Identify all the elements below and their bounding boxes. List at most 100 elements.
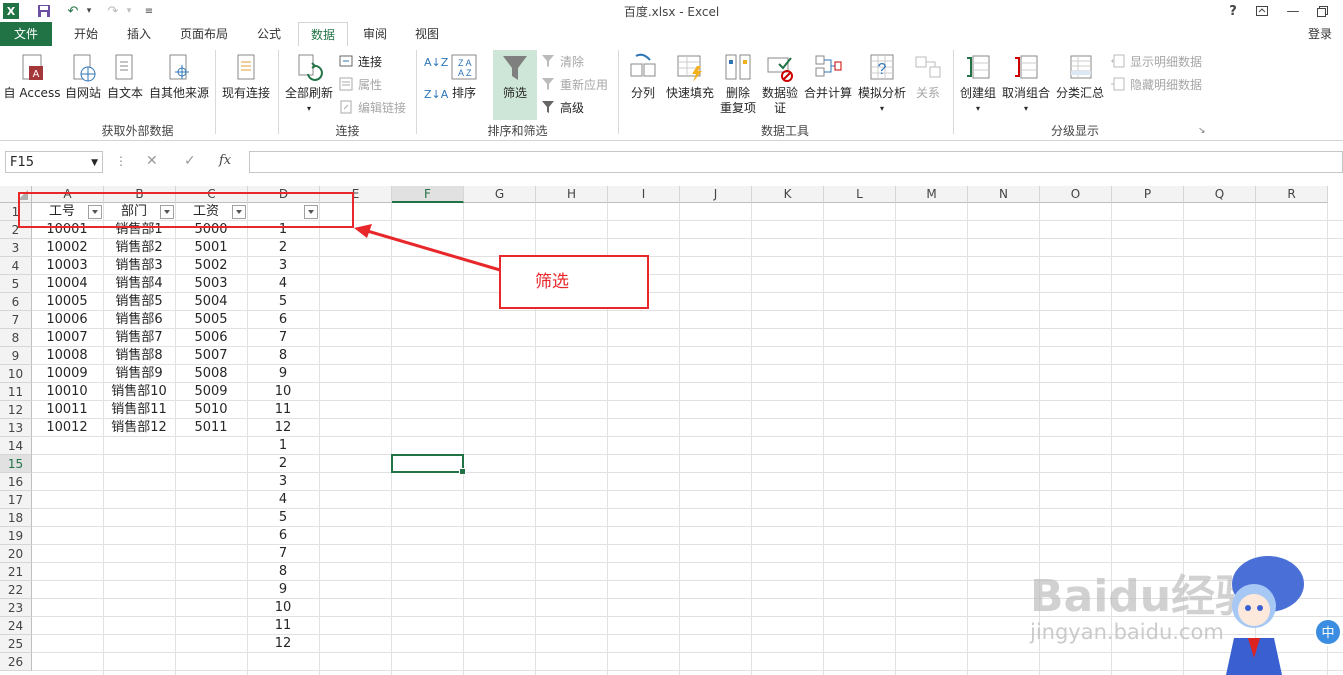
- row-header[interactable]: 6: [0, 293, 32, 311]
- cell[interactable]: 12: [248, 635, 318, 653]
- sort-ascending-icon[interactable]: A↓Z: [424, 56, 448, 69]
- cell[interactable]: 1: [248, 437, 318, 455]
- column-header[interactable]: J: [680, 186, 752, 203]
- cell[interactable]: 10: [248, 599, 318, 617]
- row-header[interactable]: 16: [0, 473, 32, 491]
- name-box[interactable]: F15 ▼: [5, 151, 103, 173]
- cell[interactable]: 销售部12: [104, 419, 174, 437]
- row-header[interactable]: 8: [0, 329, 32, 347]
- row-header[interactable]: 20: [0, 545, 32, 563]
- row-header[interactable]: 19: [0, 527, 32, 545]
- fill-handle[interactable]: [459, 468, 466, 475]
- ungroup-button[interactable]: 取消组合 ▾: [1000, 52, 1052, 116]
- cell[interactable]: 5: [248, 509, 318, 527]
- cell[interactable]: 8: [248, 563, 318, 581]
- cell[interactable]: 6: [248, 311, 318, 329]
- column-header[interactable]: F: [392, 186, 464, 203]
- cell[interactable]: 10: [248, 383, 318, 401]
- existing-connections-button[interactable]: 现有连接: [220, 52, 272, 101]
- row-header[interactable]: 22: [0, 581, 32, 599]
- cell[interactable]: 销售部10: [104, 383, 174, 401]
- cell[interactable]: 5: [248, 293, 318, 311]
- cell[interactable]: 4: [248, 275, 318, 293]
- ribbon-display-icon[interactable]: [1253, 2, 1271, 20]
- cell[interactable]: 销售部4: [104, 275, 174, 293]
- column-header[interactable]: M: [896, 186, 968, 203]
- tab-data[interactable]: 数据: [298, 22, 348, 47]
- connections-button[interactable]: 连接: [338, 51, 382, 71]
- cell[interactable]: 5005: [176, 311, 246, 329]
- cell[interactable]: 10009: [32, 365, 102, 383]
- relationships-button[interactable]: 关系: [910, 52, 946, 101]
- filter-button[interactable]: 筛选: [493, 50, 537, 120]
- cell[interactable]: 10006: [32, 311, 102, 329]
- row-header[interactable]: 14: [0, 437, 32, 455]
- from-other-sources-button[interactable]: 自其他来源: [146, 52, 212, 101]
- dialog-launcher-icon[interactable]: ↘: [1198, 126, 1206, 136]
- cell[interactable]: 2: [248, 239, 318, 257]
- cell[interactable]: 5002: [176, 257, 246, 275]
- tab-formulas[interactable]: 公式: [245, 22, 293, 46]
- cell[interactable]: 8: [248, 347, 318, 365]
- formula-input[interactable]: [249, 151, 1343, 173]
- cell[interactable]: 5008: [176, 365, 246, 383]
- column-header[interactable]: I: [608, 186, 680, 203]
- cell[interactable]: 销售部6: [104, 311, 174, 329]
- reapply-button[interactable]: 重新应用: [540, 74, 608, 94]
- group-button[interactable]: 创建组 ▾: [958, 52, 998, 116]
- row-header[interactable]: 5: [0, 275, 32, 293]
- show-detail-button[interactable]: 显示明细数据: [1110, 51, 1202, 71]
- cell[interactable]: 销售部7: [104, 329, 174, 347]
- cell[interactable]: 10007: [32, 329, 102, 347]
- clear-button[interactable]: 清除: [540, 51, 584, 71]
- tab-view[interactable]: 视图: [404, 22, 450, 46]
- column-header[interactable]: L: [824, 186, 896, 203]
- row-header[interactable]: 15: [0, 455, 32, 473]
- row-header[interactable]: 23: [0, 599, 32, 617]
- cell[interactable]: 9: [248, 581, 318, 599]
- restore-icon[interactable]: [1313, 2, 1331, 20]
- sort-descending-icon[interactable]: Z↓A: [424, 88, 448, 101]
- row-header[interactable]: 3: [0, 239, 32, 257]
- cell[interactable]: 10012: [32, 419, 102, 437]
- hide-detail-button[interactable]: 隐藏明细数据: [1110, 74, 1202, 94]
- row-header[interactable]: 17: [0, 491, 32, 509]
- flash-fill-button[interactable]: 快速填充: [664, 52, 716, 101]
- cell[interactable]: 5010: [176, 401, 246, 419]
- row-header[interactable]: 24: [0, 617, 32, 635]
- subtotal-button[interactable]: 分类汇总: [1054, 52, 1106, 101]
- row-header[interactable]: 4: [0, 257, 32, 275]
- column-header[interactable]: R: [1256, 186, 1328, 203]
- from-access-button[interactable]: A 自 Access: [2, 52, 62, 101]
- tab-review[interactable]: 审阅: [352, 22, 398, 46]
- cell[interactable]: 10003: [32, 257, 102, 275]
- cell[interactable]: 销售部5: [104, 293, 174, 311]
- row-header[interactable]: 12: [0, 401, 32, 419]
- sort-button[interactable]: Z AA Z 排序: [446, 52, 482, 101]
- column-header[interactable]: P: [1112, 186, 1184, 203]
- undo-dropdown-icon[interactable]: ▾: [80, 2, 98, 20]
- from-text-button[interactable]: 自文本: [104, 52, 146, 101]
- row-header[interactable]: 9: [0, 347, 32, 365]
- cell[interactable]: 5007: [176, 347, 246, 365]
- column-header[interactable]: N: [968, 186, 1040, 203]
- cell[interactable]: 5004: [176, 293, 246, 311]
- advanced-button[interactable]: 高级: [540, 97, 584, 117]
- cell[interactable]: 5006: [176, 329, 246, 347]
- from-web-button[interactable]: 自网站: [62, 52, 104, 101]
- minimize-icon[interactable]: —: [1284, 2, 1302, 20]
- cell[interactable]: 5009: [176, 383, 246, 401]
- cell[interactable]: 2: [248, 455, 318, 473]
- edit-links-button[interactable]: 编辑链接: [338, 97, 406, 117]
- cell[interactable]: 销售部11: [104, 401, 174, 419]
- column-header[interactable]: G: [464, 186, 536, 203]
- what-if-analysis-button[interactable]: ? 模拟分析 ▾: [856, 52, 908, 116]
- text-to-columns-button[interactable]: 分列: [625, 52, 661, 101]
- cell[interactable]: 11: [248, 401, 318, 419]
- save-icon[interactable]: [35, 2, 53, 20]
- cell[interactable]: 5001: [176, 239, 246, 257]
- column-header[interactable]: Q: [1184, 186, 1256, 203]
- row-header[interactable]: 11: [0, 383, 32, 401]
- column-header[interactable]: K: [752, 186, 824, 203]
- row-header[interactable]: 18: [0, 509, 32, 527]
